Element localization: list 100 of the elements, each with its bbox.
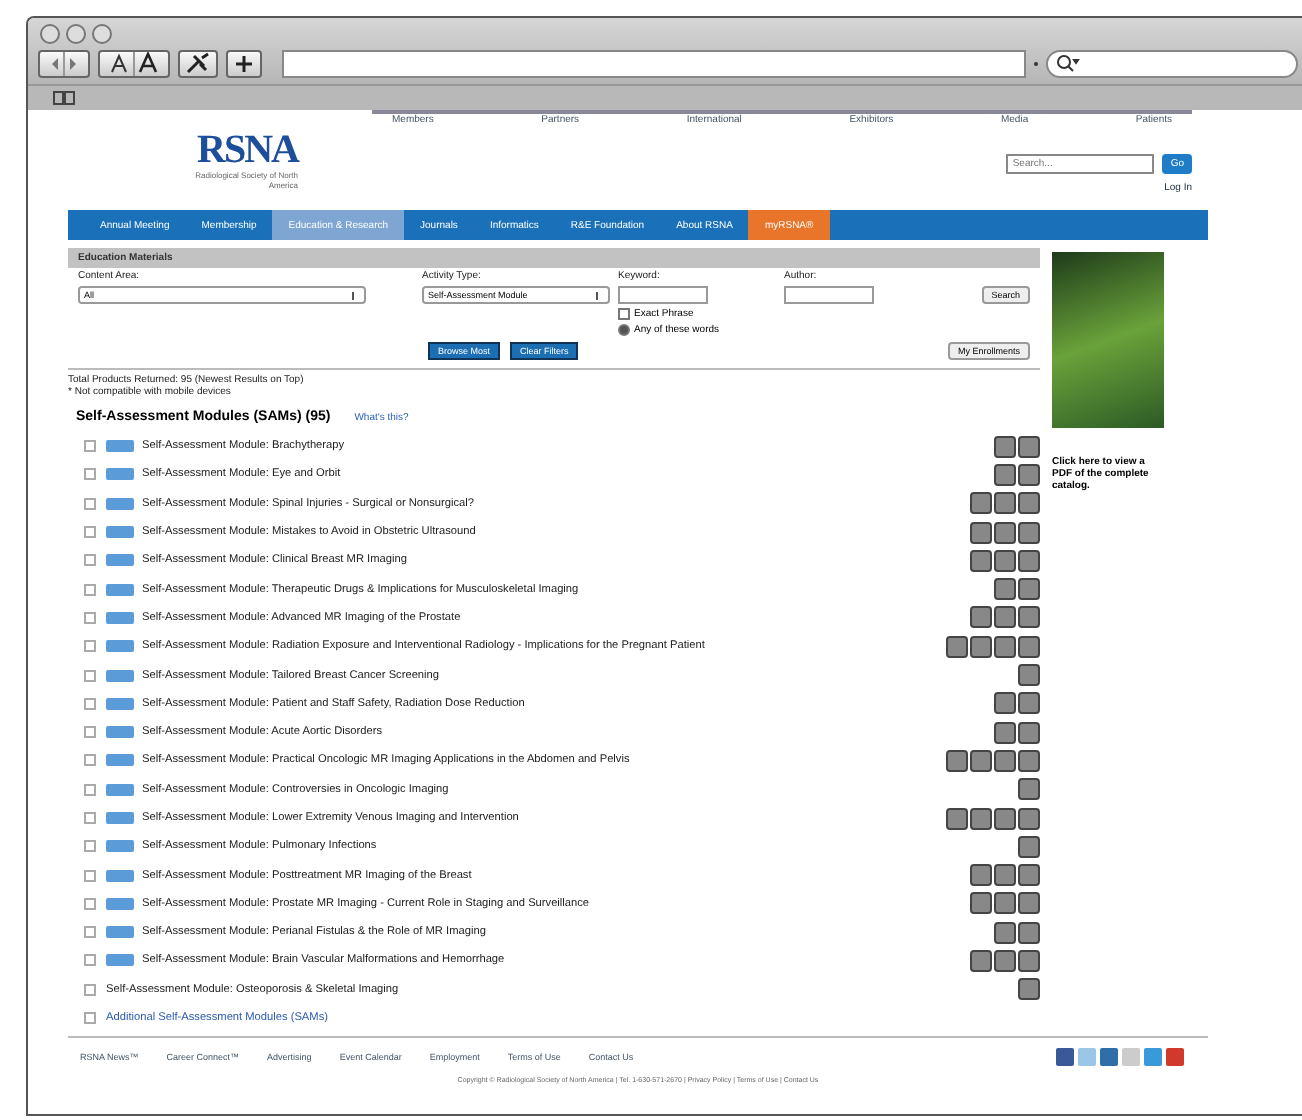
expand-icon[interactable] xyxy=(84,840,96,853)
credit-tag-icon xyxy=(994,492,1016,515)
credit-tag-icon xyxy=(994,549,1016,572)
module-tag-icon xyxy=(106,754,134,767)
expand-icon[interactable] xyxy=(84,697,96,710)
catalog-cover-placeholder[interactable] xyxy=(1052,252,1164,428)
expand-icon[interactable] xyxy=(84,783,96,796)
credit-tag-icon xyxy=(994,892,1016,915)
credit-tag-icon xyxy=(1018,521,1040,544)
search-icon xyxy=(1056,54,1080,74)
credit-tag-icon xyxy=(1018,864,1040,887)
text-size-control[interactable] xyxy=(98,50,170,78)
expand-icon[interactable] xyxy=(84,554,96,567)
module-tag-icon xyxy=(106,954,134,967)
credit-tag-icon xyxy=(994,807,1016,829)
credit-tag-icon xyxy=(994,949,1016,972)
bookmarks-icon[interactable] xyxy=(52,90,76,106)
zoom-icon[interactable] xyxy=(92,24,112,44)
credit-tag-icon xyxy=(1018,435,1040,458)
module-tag-icon xyxy=(106,869,134,882)
expand-icon[interactable] xyxy=(84,497,96,510)
credit-tag-icon xyxy=(994,864,1016,887)
credit-tag-icon xyxy=(1018,664,1040,687)
expand-icon[interactable] xyxy=(84,869,96,882)
credit-tag-icon xyxy=(994,435,1016,458)
expand-icon[interactable] xyxy=(84,583,96,596)
module-tag-icon xyxy=(106,669,134,682)
expand-icon[interactable] xyxy=(84,440,96,453)
credit-tag-icon xyxy=(1018,635,1040,658)
credit-tag-icon xyxy=(970,749,992,772)
keyword-field[interactable] xyxy=(618,286,708,304)
expand-icon[interactable] xyxy=(84,983,96,996)
credit-tag-icon xyxy=(1018,949,1040,972)
credit-tag-icon xyxy=(970,521,992,544)
credit-tag-icon xyxy=(994,463,1016,486)
credit-tag-icon xyxy=(946,807,968,829)
credit-tag-icon xyxy=(946,749,968,772)
module-tag-icon xyxy=(106,640,134,653)
credit-tag-icon xyxy=(1018,892,1040,915)
credit-tag-icon xyxy=(1018,778,1040,801)
expand-icon[interactable] xyxy=(84,526,96,539)
credit-tag-icon xyxy=(946,635,968,658)
credit-tag-icon xyxy=(1018,492,1040,515)
add-button[interactable] xyxy=(226,50,262,78)
module-tag-icon xyxy=(106,697,134,710)
module-tag-icon xyxy=(106,783,134,796)
credit-tag-icon xyxy=(1018,921,1040,944)
credit-tag-icon xyxy=(994,721,1016,744)
expand-icon[interactable] xyxy=(84,812,96,824)
expand-icon[interactable] xyxy=(84,926,96,939)
module-tag-icon xyxy=(106,497,134,510)
credit-tag-icon xyxy=(1018,749,1040,772)
credit-tag-icon xyxy=(970,892,992,915)
credit-tag-icon xyxy=(970,549,992,572)
module-tag-icon xyxy=(106,554,134,567)
module-tag-icon xyxy=(106,526,134,539)
credit-tag-icon xyxy=(994,521,1016,544)
credit-tag-icon xyxy=(1018,578,1040,601)
module-tag-icon xyxy=(106,726,134,739)
expand-icon[interactable] xyxy=(84,640,96,653)
credit-tag-icon xyxy=(1018,606,1040,629)
expand-icon[interactable] xyxy=(84,1012,96,1025)
tools-icon[interactable] xyxy=(184,52,212,76)
credit-tag-icon xyxy=(1018,549,1040,572)
expand-icon[interactable] xyxy=(84,754,96,767)
expand-icon[interactable] xyxy=(84,726,96,739)
credit-tag-icon xyxy=(970,606,992,629)
credit-tag-icon xyxy=(1018,835,1040,858)
credit-tag-icon xyxy=(1018,807,1040,829)
module-tag-icon xyxy=(106,897,134,910)
plus-icon[interactable] xyxy=(232,52,256,76)
close-icon[interactable] xyxy=(40,24,60,44)
module-tag-icon xyxy=(106,440,134,453)
author-field[interactable] xyxy=(784,286,874,304)
credit-tag-icon xyxy=(1018,692,1040,715)
back-forward-control[interactable] xyxy=(38,50,90,78)
address-field[interactable] xyxy=(282,50,1026,78)
expand-icon[interactable] xyxy=(84,897,96,910)
credit-tag-icon xyxy=(1018,721,1040,744)
tools-button[interactable] xyxy=(178,50,218,78)
module-tag-icon xyxy=(106,611,134,624)
credit-tag-icon xyxy=(1018,978,1040,1001)
credit-tag-icon xyxy=(994,749,1016,772)
expand-icon[interactable] xyxy=(84,954,96,967)
expand-icon[interactable] xyxy=(84,468,96,481)
expand-icon[interactable] xyxy=(84,669,96,682)
option-control[interactable] xyxy=(618,324,630,336)
credit-tag-icon xyxy=(970,492,992,515)
credit-tag-icon xyxy=(994,692,1016,715)
credit-tag-icon xyxy=(970,949,992,972)
credit-tag-icon xyxy=(1018,463,1040,486)
credit-tag-icon xyxy=(994,921,1016,944)
minimize-icon[interactable] xyxy=(66,24,86,44)
credit-tag-icon xyxy=(970,864,992,887)
logo[interactable]: RSNA xyxy=(197,130,298,170)
search-field[interactable] xyxy=(1046,50,1298,78)
credit-tag-icon xyxy=(994,578,1016,601)
module-tag-icon xyxy=(106,468,134,481)
expand-icon[interactable] xyxy=(84,611,96,624)
option-control[interactable] xyxy=(618,308,630,320)
